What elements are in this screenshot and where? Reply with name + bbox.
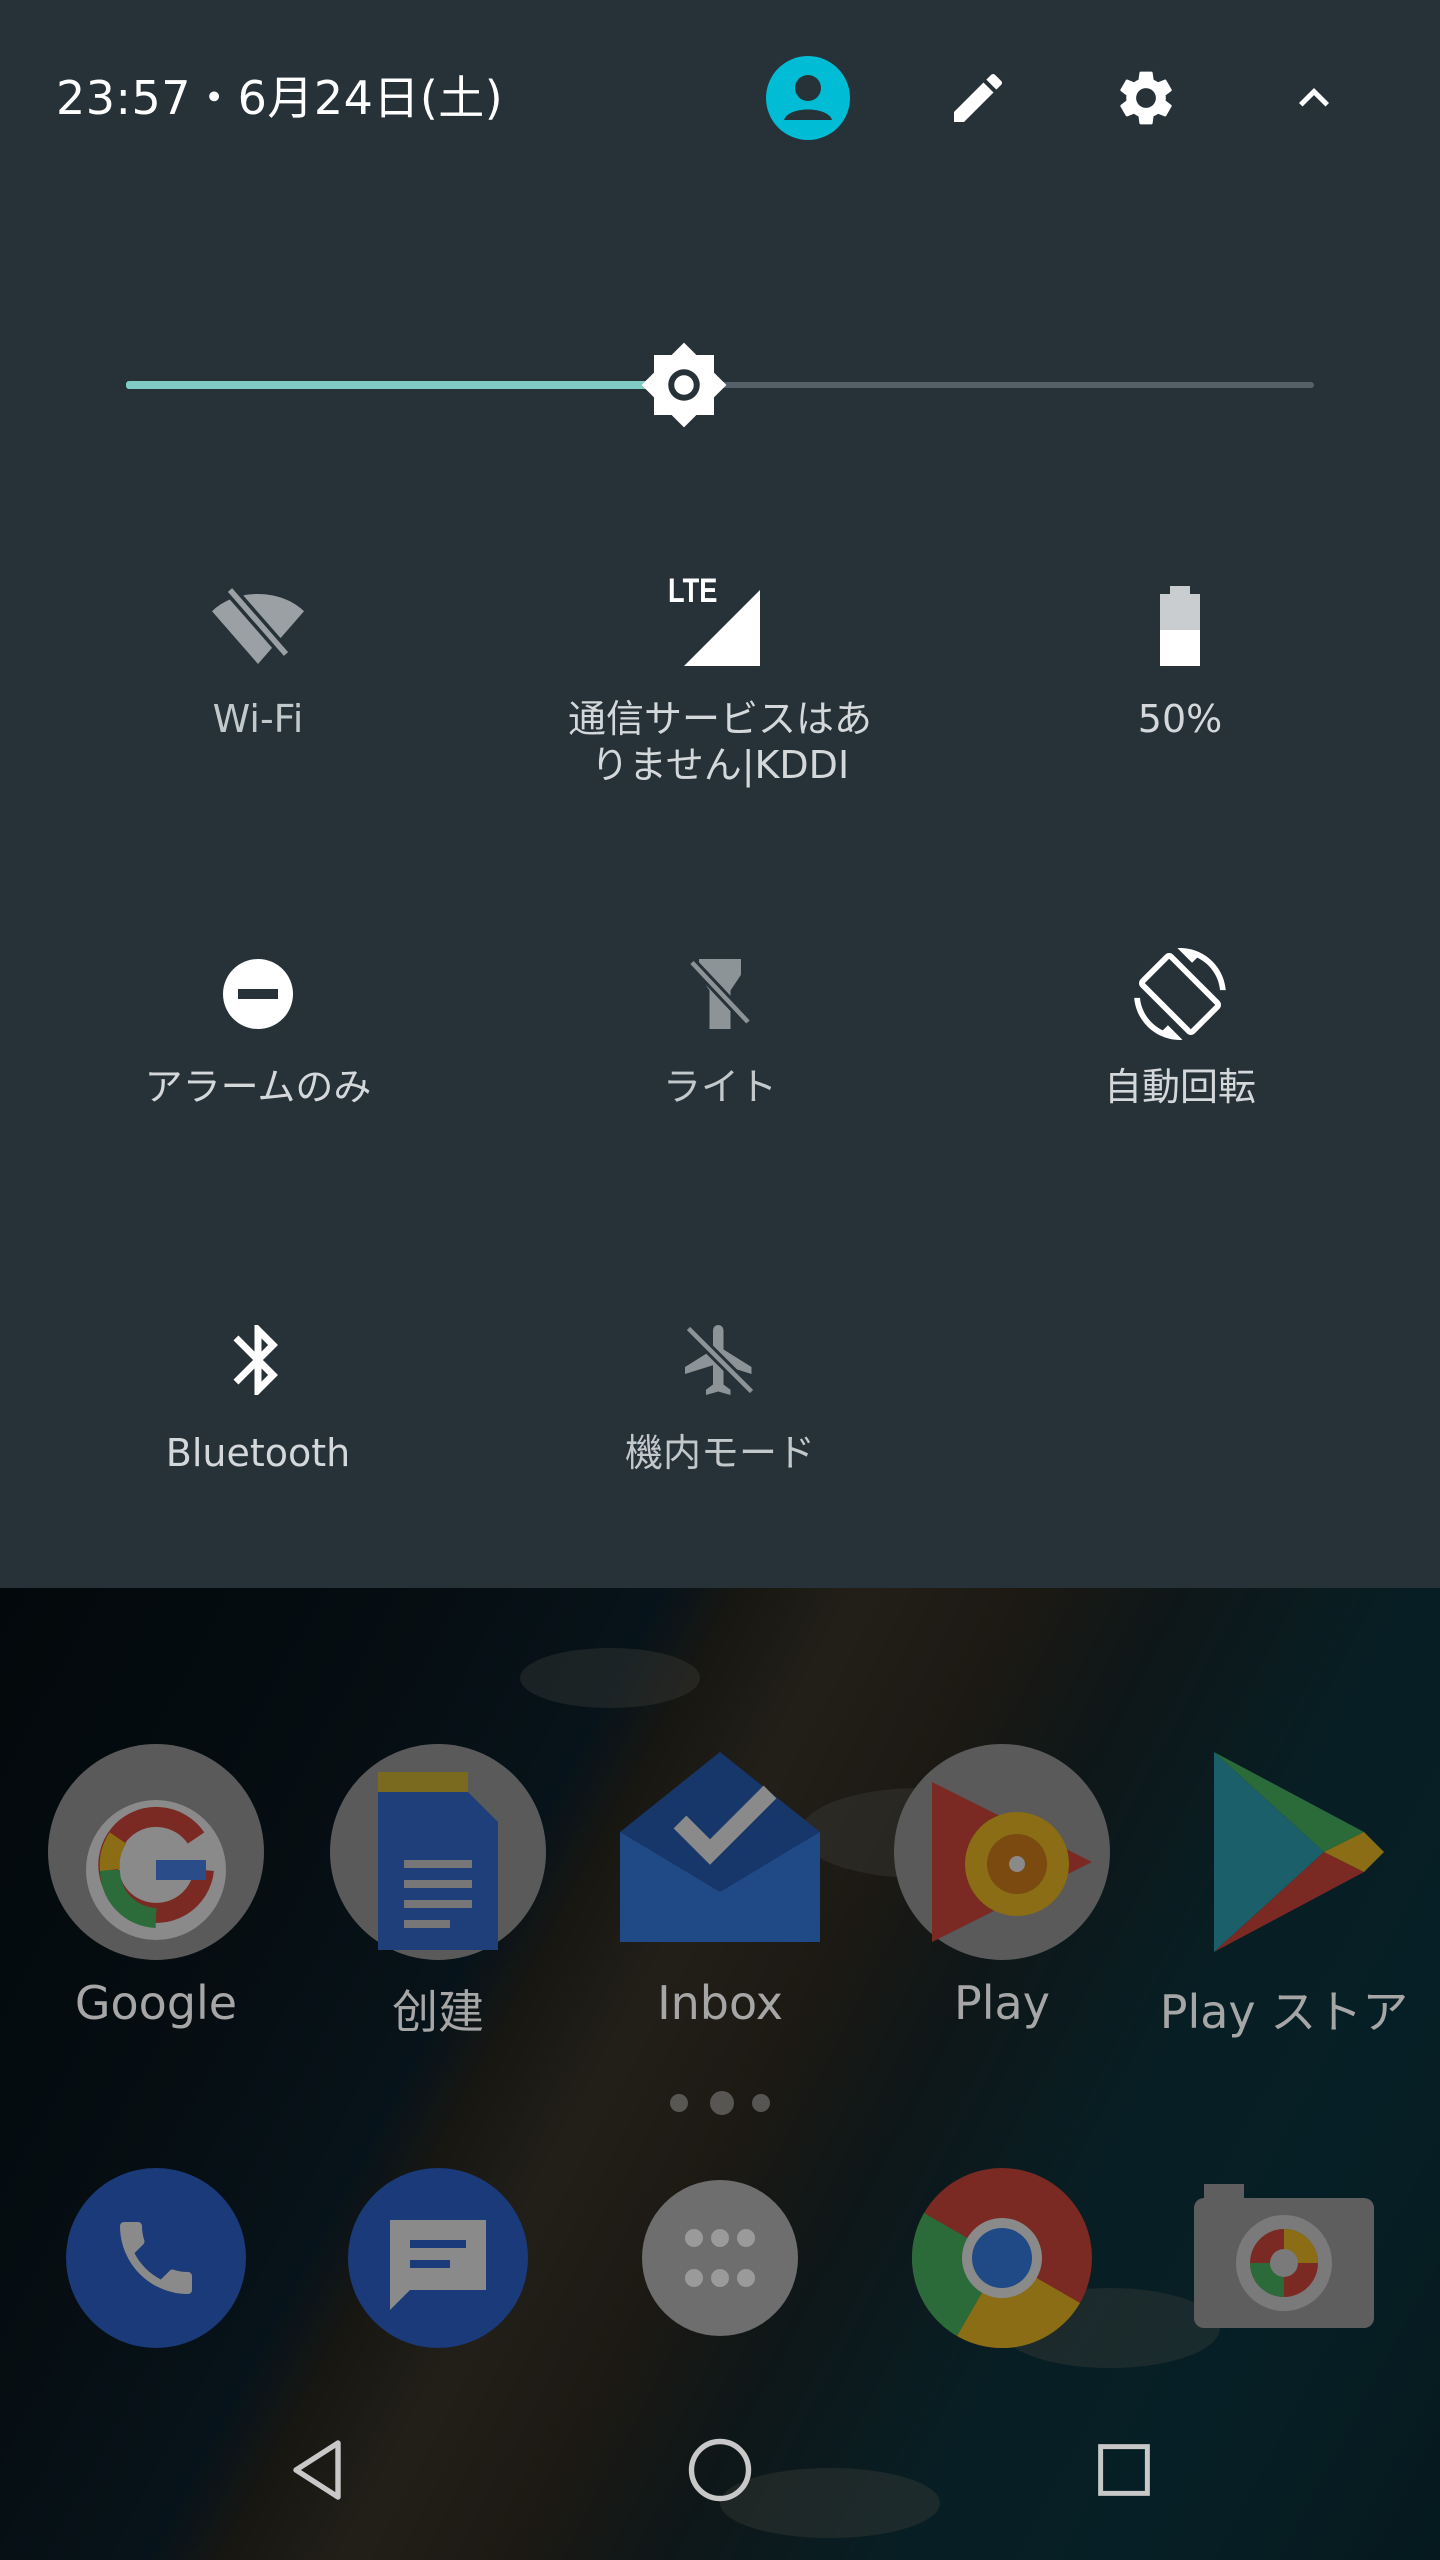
brightness-track-fill — [126, 381, 685, 389]
settings-button[interactable] — [1100, 52, 1192, 144]
app-drawer-icon[interactable] — [630, 2168, 810, 2348]
app-inbox[interactable]: Inbox — [590, 1742, 850, 2030]
tile-bluetooth[interactable]: Bluetooth — [48, 1312, 468, 1476]
flashlight-off-icon — [688, 958, 752, 1029]
app-play-store[interactable]: Play ストア — [1154, 1742, 1414, 2042]
app-label: Play — [954, 1976, 1050, 2030]
app-google[interactable]: Google — [26, 1742, 286, 2030]
back-button[interactable] — [257, 2410, 377, 2530]
back-icon — [293, 2440, 341, 2500]
tile-label: ライト — [662, 1065, 777, 1109]
bluetooth-icon — [233, 1325, 278, 1395]
battery-icon — [1160, 586, 1200, 666]
phone-icon[interactable] — [66, 2168, 246, 2348]
app-create-folder[interactable]: 创建 — [308, 1742, 568, 2042]
quick-settings-header: 23:57・6月24日(土) — [0, 0, 1440, 190]
tile-flashlight[interactable]: ライト — [510, 946, 930, 1110]
brightness-icon[interactable] — [639, 340, 729, 430]
navigation-bar — [0, 2380, 1440, 2560]
date-time: 23:57・6月24日(土) — [56, 71, 504, 125]
collapse-icon — [1299, 88, 1329, 107]
edit-icon — [954, 73, 1003, 122]
do-not-disturb-icon — [223, 959, 293, 1029]
recents-button[interactable] — [1064, 2410, 1184, 2530]
play-music-folder-icon — [894, 1744, 1110, 1960]
tile-auto-rotate[interactable]: 自動回転 — [970, 946, 1390, 1110]
tile-mobile-data[interactable]: LTE 通信サービスはあ りません|KDDI — [510, 572, 930, 788]
account-button[interactable] — [762, 52, 854, 144]
play-store-icon — [1214, 1752, 1384, 1952]
app-play-folder[interactable]: Play — [872, 1742, 1132, 2030]
collapse-button[interactable] — [1268, 52, 1360, 144]
settings-icon — [1120, 71, 1172, 125]
brightness-slider[interactable] — [126, 342, 1314, 428]
app-label: Inbox — [657, 1976, 783, 2030]
auto-rotate-icon — [1134, 948, 1226, 1040]
tile-label: 50% — [1137, 697, 1223, 741]
messages-icon[interactable] — [348, 2168, 528, 2348]
tile-do-not-disturb[interactable]: アラームのみ — [48, 946, 468, 1110]
inbox-icon — [620, 1752, 820, 1942]
app-label: 创建 — [392, 1985, 484, 2039]
wifi-off-icon — [212, 585, 304, 664]
tile-label: Bluetooth — [165, 1431, 351, 1475]
home-icon — [688, 2438, 752, 2502]
recents-icon — [1098, 2444, 1150, 2496]
tile-airplane-mode[interactable]: 機内モード — [510, 1312, 930, 1476]
edit-button[interactable] — [932, 52, 1024, 144]
lte-badge: LTE — [668, 572, 718, 610]
home-button[interactable] — [660, 2410, 780, 2530]
tile-label: 通信サービスはあ りません|KDDI — [567, 697, 872, 787]
tile-label: 自動回転 — [1103, 1065, 1256, 1109]
chrome-icon[interactable] — [912, 2168, 1092, 2348]
quick-settings-panel: 23:57・6月24日(土) Wi-Fi LTE 通信サービスはあ りません|K… — [0, 0, 1440, 1588]
tile-label: アラームのみ — [144, 1065, 372, 1109]
tile-label: 機内モード — [624, 1431, 815, 1475]
app-label: Google — [74, 1976, 238, 2030]
docs-folder-icon — [330, 1744, 546, 1960]
google-folder-icon — [48, 1744, 264, 1960]
airplane-mode-icon — [684, 1324, 756, 1396]
tile-label: Wi-Fi — [212, 697, 304, 741]
account-icon — [766, 56, 850, 140]
camera-icon[interactable] — [1194, 2168, 1374, 2348]
app-label: Play ストア — [1159, 1985, 1409, 2039]
tile-battery[interactable]: 50% — [970, 578, 1390, 742]
page-indicator — [660, 2088, 780, 2118]
tile-wifi[interactable]: Wi-Fi — [48, 578, 468, 742]
